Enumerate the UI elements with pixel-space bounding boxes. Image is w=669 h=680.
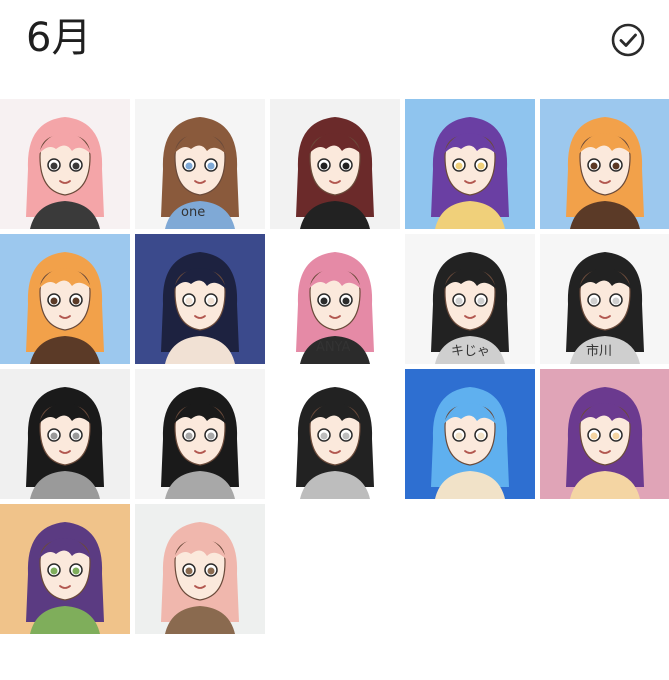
photo-thumbnail[interactable] xyxy=(540,99,669,229)
photo-image xyxy=(540,369,669,499)
photo-thumbnail[interactable]: ANYA xyxy=(270,234,400,364)
photo-image xyxy=(135,369,265,499)
photo-image xyxy=(270,99,400,229)
photo-thumbnail[interactable] xyxy=(270,369,400,499)
photo-thumbnail[interactable] xyxy=(405,99,535,229)
photo-thumbnail[interactable] xyxy=(270,99,400,229)
photo-thumbnail[interactable] xyxy=(405,369,535,499)
check-circle-icon[interactable] xyxy=(610,22,646,58)
photo-thumbnail[interactable] xyxy=(0,369,130,499)
photo-image xyxy=(135,234,265,364)
photo-caption: 市川 xyxy=(586,344,613,359)
photo-thumbnail[interactable] xyxy=(0,234,130,364)
photo-thumbnail[interactable] xyxy=(540,369,669,499)
photo-thumbnail[interactable] xyxy=(0,99,130,229)
photo-image xyxy=(135,504,265,634)
photo-image xyxy=(405,369,535,499)
photo-image xyxy=(0,99,130,229)
photo-caption: one xyxy=(181,205,206,220)
photo-image xyxy=(0,504,130,634)
photo-image xyxy=(0,234,130,364)
photo-thumbnail[interactable] xyxy=(0,504,130,634)
photo-image xyxy=(0,369,130,499)
photo-thumbnail[interactable] xyxy=(135,369,265,499)
photo-caption: キじゃ xyxy=(451,344,491,359)
photo-thumbnail[interactable]: キじゃ xyxy=(405,234,535,364)
month-title: 6月 xyxy=(26,15,92,61)
photo-thumbnail[interactable] xyxy=(135,504,265,634)
photo-thumbnail[interactable]: 市川 xyxy=(540,234,669,364)
photo-caption: ANYA xyxy=(316,340,351,355)
photo-thumbnail[interactable] xyxy=(135,234,265,364)
photo-image xyxy=(270,369,400,499)
photo-image xyxy=(405,99,535,229)
photo-thumbnail[interactable]: one xyxy=(135,99,265,229)
photo-image xyxy=(540,99,669,229)
app-header: 6月 xyxy=(0,0,669,90)
